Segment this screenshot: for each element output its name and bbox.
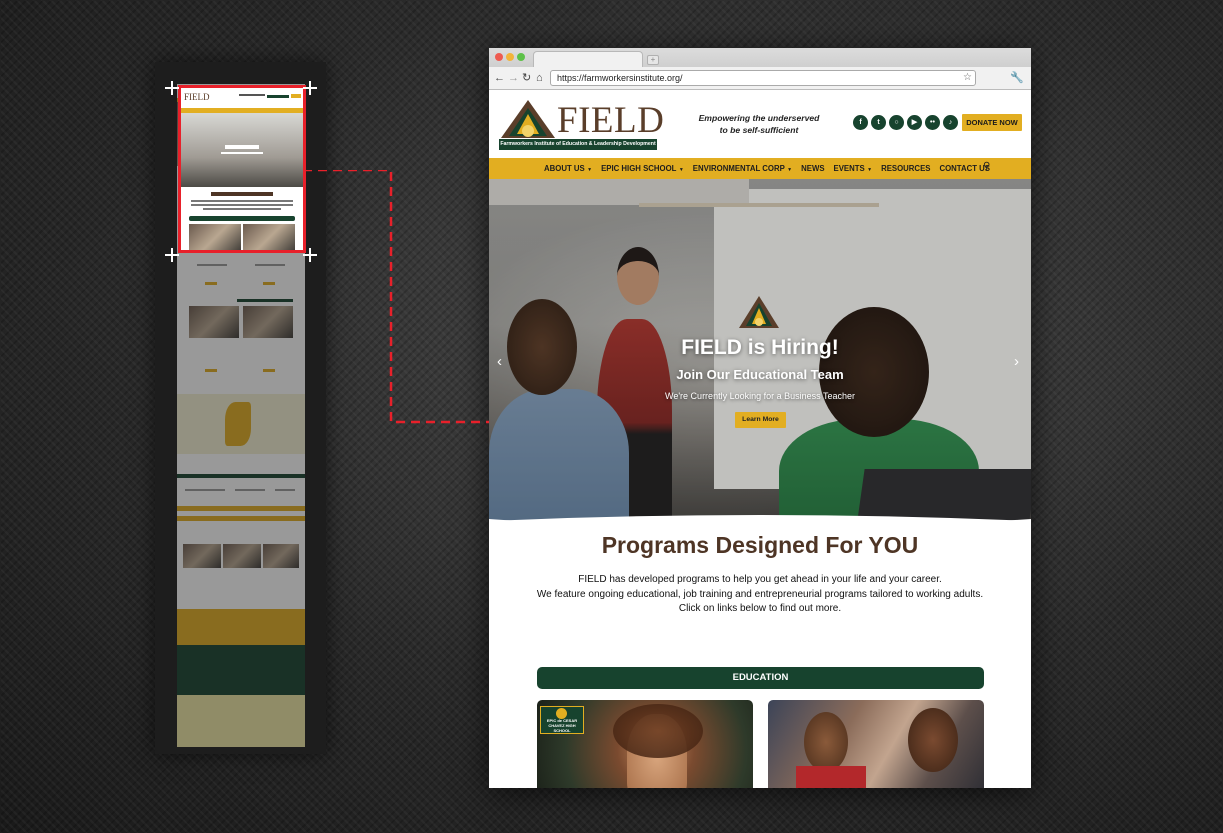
tagline-line-1: Empowering the underserved [698, 113, 820, 123]
donate-now-button[interactable]: DONATE NOW [962, 114, 1022, 131]
cesar-chavez-medal-icon [556, 708, 567, 719]
programs-text-line-1: FIELD has developed programs to help you… [578, 574, 942, 585]
browser-toolbar: ← → ↻ ⌂ https://farmworkersinstitute.org… [489, 67, 1031, 90]
hero-overlay [489, 179, 1031, 543]
tagline-line-2: to be self-sufficient [719, 125, 799, 135]
maximize-window-button[interactable] [517, 53, 525, 61]
hero-text: We're Currently Looking for a Business T… [665, 391, 855, 401]
nav-item-epic-high-school[interactable]: EPIC HIGH SCHOOL ▼ [601, 164, 684, 173]
crop-marker-bottom-right [303, 248, 317, 262]
hero-title: FIELD is Hiring! [681, 336, 839, 359]
programs-text-line-2: We feature ongoing educational, job trai… [536, 588, 984, 600]
crop-marker-bottom-left [165, 248, 179, 262]
programs-section: Programs Designed For YOU FIELD has deve… [489, 523, 1031, 788]
chevron-down-icon: ▼ [677, 167, 684, 173]
slider-prev-arrow-icon[interactable]: ‹ [497, 353, 502, 370]
logo-triangle-icon [501, 100, 555, 138]
settings-wrench-icon[interactable]: 🔧 [1010, 71, 1024, 84]
site-tagline: Empowering the underserved to be self-su… [694, 112, 824, 136]
instructor-image [908, 708, 958, 772]
new-tab-button[interactable]: + [647, 55, 659, 65]
youtube-icon[interactable]: ▶ [907, 115, 922, 130]
close-window-button[interactable] [495, 53, 503, 61]
forward-arrow-icon[interactable]: → [508, 71, 519, 85]
nav-item-events[interactable]: EVENTS ▼ [834, 164, 873, 173]
logo-wordmark: FIELD [557, 100, 665, 141]
instagram-icon[interactable]: ○ [889, 115, 904, 130]
crop-marker-top-left [165, 81, 179, 95]
back-arrow-icon[interactable]: ← [494, 71, 505, 85]
field-triangle-icon [739, 296, 779, 328]
nav-item-about-us[interactable]: ABOUT US ▼ [544, 164, 592, 173]
programs-description: FIELD has developed programs to help you… [489, 573, 1031, 617]
flickr-icon[interactable]: •• [925, 115, 940, 130]
nav-item-environmental-corp[interactable]: ENVIRONMENTAL CORP ▼ [693, 164, 792, 173]
url-text: https://farmworkersinstitute.org/ [557, 73, 683, 83]
address-bar[interactable]: https://farmworkersinstitute.org/ ☆ [550, 70, 976, 86]
main-navigation: ABOUT US ▼ EPIC HIGH SCHOOL ▼ ENVIRONMEN… [489, 158, 1031, 179]
education-section-bar[interactable]: EDUCATION [537, 667, 984, 689]
chevron-down-icon: ▼ [865, 167, 873, 173]
hero-subtitle: Join Our Educational Team [676, 367, 844, 382]
facebook-icon[interactable]: f [853, 115, 868, 130]
site-header: FIELD Farmworkers Institute of Education… [489, 90, 1031, 158]
bookmark-star-icon[interactable]: ☆ [963, 71, 972, 85]
home-icon[interactable]: ⌂ [536, 71, 543, 85]
adult-education-card[interactable] [768, 700, 984, 788]
epic-high-school-card[interactable]: EPIC de CESAR CHAVEZ HIGH SCHOOL [537, 700, 753, 788]
student-hair-image [613, 704, 703, 758]
reload-icon[interactable]: ↻ [522, 71, 531, 85]
hero-slider: FIELD is Hiring! Join Our Educational Te… [489, 179, 1031, 543]
badge-text: EPIC de CESAR CHAVEZ HIGH SCHOOL [546, 718, 578, 733]
programs-text-line-3: Click on links below to find out more. [678, 603, 842, 614]
chevron-down-icon: ▼ [785, 167, 793, 173]
viewport-indicator[interactable]: FIELD [178, 85, 306, 253]
chevron-down-icon: ▼ [585, 167, 593, 173]
minimize-window-button[interactable] [506, 53, 514, 61]
field-logo[interactable]: FIELD Farmworkers Institute of Education… [499, 98, 664, 150]
zoom-connector-line [303, 170, 489, 424]
nav-item-resources[interactable]: RESOURCES [881, 164, 930, 173]
slider-next-arrow-icon[interactable]: › [1014, 353, 1019, 370]
browser-tab-bar: + [489, 48, 1031, 67]
browser-window: + ← → ↻ ⌂ https://farmworkersinstitute.o… [489, 48, 1031, 788]
adult-learner-shirt-image [796, 766, 866, 788]
twitter-icon[interactable]: t [871, 115, 886, 130]
crop-marker-top-right [303, 81, 317, 95]
adult-learner-image [804, 712, 848, 772]
browser-tab[interactable] [533, 51, 643, 67]
epic-high-school-badge: EPIC de CESAR CHAVEZ HIGH SCHOOL [540, 706, 584, 734]
programs-title: Programs Designed For YOU [601, 532, 919, 558]
logo-subtitle: Farmworkers Institute of Education & Lea… [499, 139, 657, 150]
learn-more-button[interactable]: Learn More [735, 412, 786, 428]
nav-item-news[interactable]: NEWS [801, 164, 824, 173]
tiktok-icon[interactable]: ♪ [943, 115, 958, 130]
search-icon[interactable]: ⚲ [983, 161, 990, 172]
